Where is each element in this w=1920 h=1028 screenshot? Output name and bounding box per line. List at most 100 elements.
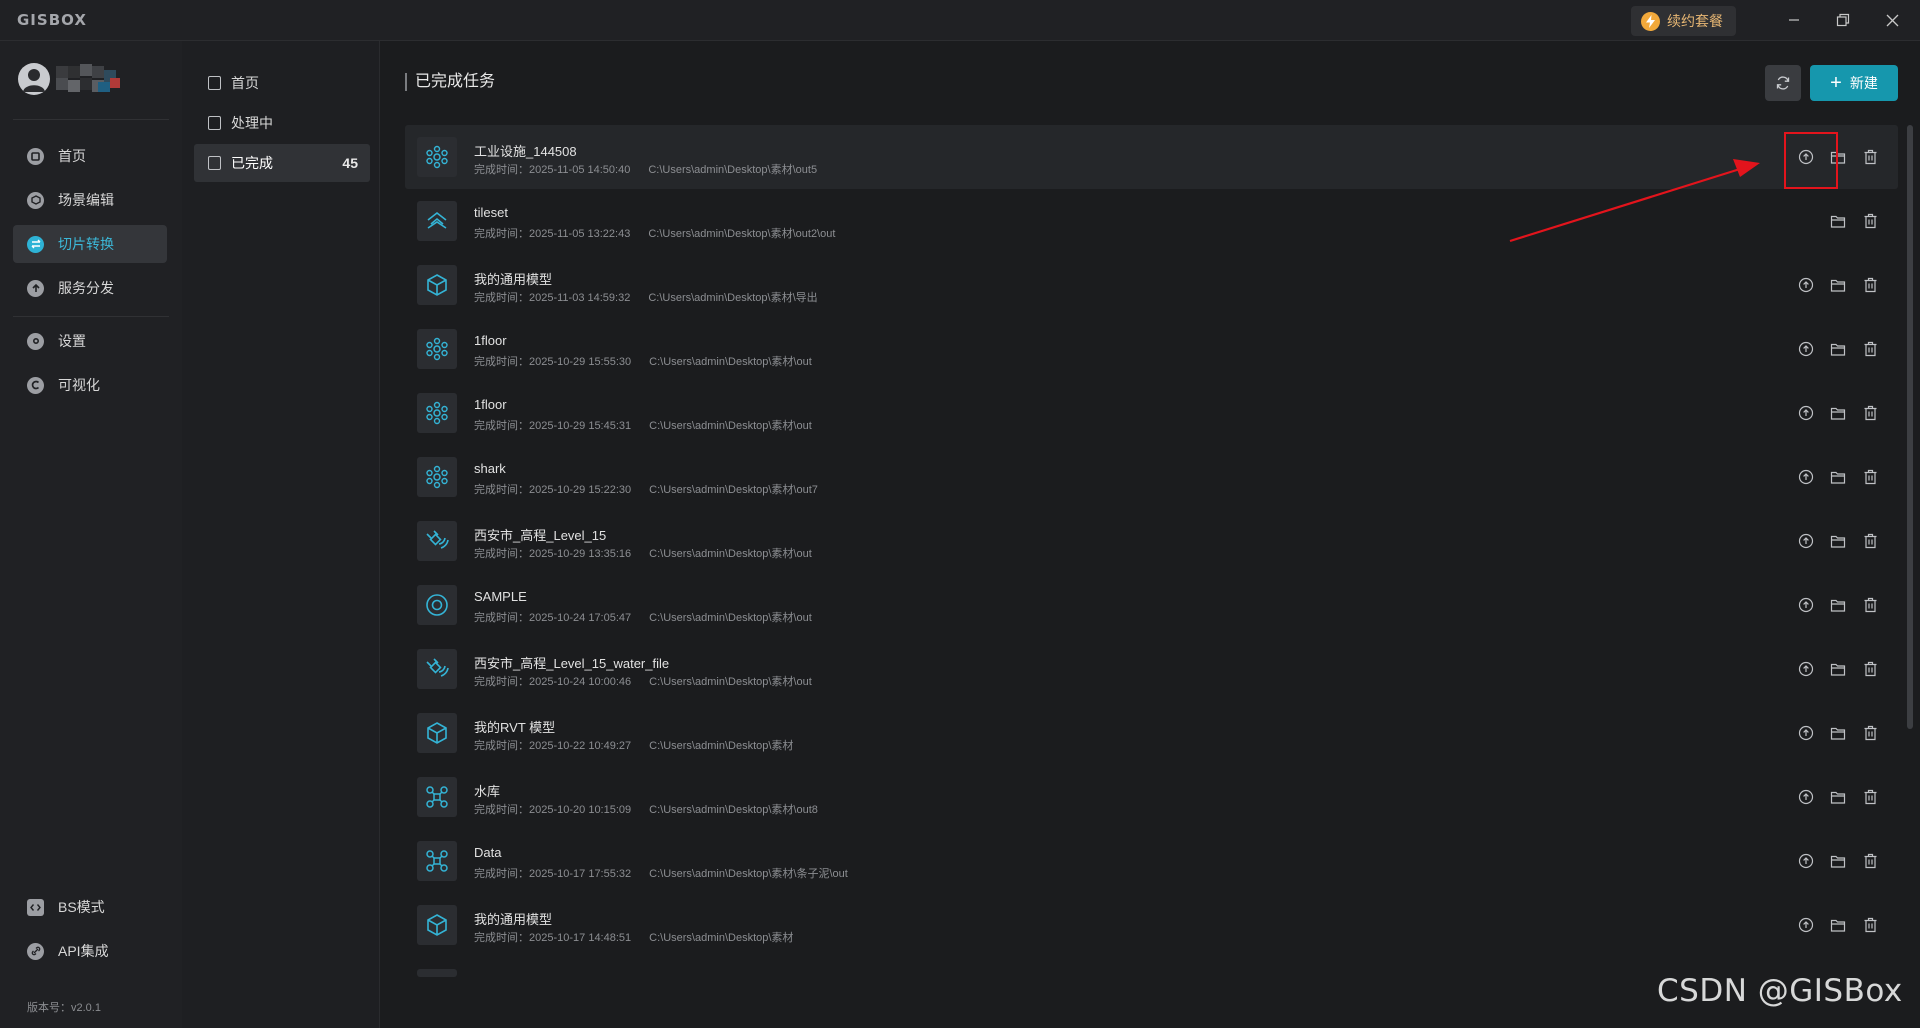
open-folder-button[interactable] (1828, 915, 1848, 935)
table-row[interactable]: 我的RVT 模型 完成时间：2025-10-22 10:49:27 C:\Users… (405, 701, 1898, 765)
delete-task-button[interactable] (1860, 851, 1880, 871)
scrollbar[interactable] (1907, 125, 1913, 729)
satellite-icon (426, 530, 449, 549)
code-icon (27, 898, 44, 916)
publish-service-button[interactable] (1796, 339, 1816, 359)
refresh-button[interactable] (1765, 65, 1801, 101)
task-name: 1floor (474, 397, 507, 412)
open-folder-button[interactable] (1828, 211, 1848, 231)
open-folder-button[interactable] (1828, 723, 1848, 743)
task-meta: 完成时间：2025-10-17 17:55:32 C:\Users\admin\D… (474, 865, 848, 881)
main-sidebar: 首页 场景编辑 切片转换 服务分发 设置 可视化 BS模式 API集成 版本号：… (0, 41, 182, 1028)
lightning-icon (1641, 11, 1660, 31)
satellite-icon (426, 658, 449, 677)
delete-task-button[interactable] (1860, 531, 1880, 551)
subnav-item-processing[interactable]: 处理中 (194, 104, 370, 142)
task-meta: 完成时间：2025-10-29 15:55:30 C:\Users\admin\D… (474, 353, 812, 369)
publish-service-button[interactable] (1796, 403, 1816, 423)
sidebar-item-api[interactable]: API集成 (13, 932, 167, 970)
delete-task-button[interactable] (1860, 275, 1880, 295)
delete-task-button[interactable] (1860, 211, 1880, 231)
publish-service-button[interactable] (1796, 787, 1816, 807)
network-icon (426, 786, 448, 808)
sidebar-item-home[interactable]: 首页 (13, 137, 167, 175)
renew-plan-button[interactable]: 续约套餐 (1631, 6, 1736, 36)
table-row[interactable]: 工业设施_144508 完成时间：2025-11-05 14:50:40 C:\Us… (405, 125, 1898, 189)
cloud-upload-icon (1798, 533, 1814, 549)
task-meta: 完成时间：2025-11-05 13:22:43 C:\Users\admin\D… (474, 225, 835, 241)
open-folder-button[interactable] (1828, 659, 1848, 679)
task-time: 完成时间：2025-11-05 13:22:43 (474, 228, 631, 240)
open-folder-button[interactable] (1828, 403, 1848, 423)
table-row[interactable]: SAMPLE 完成时间：2025-10-24 17:05:47 C:\Users\a… (405, 573, 1898, 637)
table-row[interactable]: 我的通用模型 完成时间：2025-11-03 14:59:32 C:\Users\a… (405, 253, 1898, 317)
new-task-button[interactable]: + 新建 (1810, 65, 1898, 101)
open-folder-button[interactable] (1828, 339, 1848, 359)
table-row[interactable]: 1floor 完成时间：2025-10-29 15:55:30 C:\Users\a… (405, 317, 1898, 381)
sidebar-item-tile-convert[interactable]: 切片转换 (13, 225, 167, 263)
sidebar-item-label: 首页 (58, 148, 86, 164)
subnav-item-home[interactable]: 首页 (194, 64, 370, 102)
open-folder-button[interactable] (1828, 851, 1848, 871)
avatar (18, 63, 50, 95)
restore-button[interactable] (1831, 8, 1855, 32)
delete-task-button[interactable] (1860, 659, 1880, 679)
open-folder-button[interactable] (1828, 531, 1848, 551)
publish-service-button[interactable] (1796, 915, 1816, 935)
sidebar-item-settings[interactable]: 设置 (13, 322, 167, 360)
table-row[interactable]: 西安市_高程_Level_15 完成时间：2025-10-29 13:35:16 C… (405, 509, 1898, 573)
publish-service-button[interactable] (1796, 467, 1816, 487)
sidebar-item-scene-edit[interactable]: 场景编辑 (13, 181, 167, 219)
delete-task-button[interactable] (1860, 723, 1880, 743)
table-row[interactable]: tileset 完成时间：2025-11-05 13:22:43 C:\Users\… (405, 189, 1898, 253)
open-folder-button[interactable] (1828, 467, 1848, 487)
sidebar-item-bs-mode[interactable]: BS模式 (13, 888, 167, 926)
publish-service-button[interactable] (1796, 275, 1816, 295)
open-folder-button[interactable] (1828, 275, 1848, 295)
publish-service-button[interactable] (1796, 595, 1816, 615)
publish-service-button[interactable] (1796, 531, 1816, 551)
delete-task-button[interactable] (1860, 467, 1880, 487)
table-row[interactable]: 水库 完成时间：2025-10-20 10:15:09 C:\Users\admin… (405, 765, 1898, 829)
task-type-thumb (417, 905, 457, 945)
tileset-icon (427, 211, 447, 229)
delete-task-button[interactable] (1860, 787, 1880, 807)
delete-task-button[interactable] (1860, 403, 1880, 423)
row-actions (1788, 787, 1898, 807)
subnav-item-label: 处理中 (231, 115, 273, 131)
minimize-button[interactable] (1782, 8, 1806, 32)
task-name: 我的通用模型 (474, 272, 553, 287)
task-type-thumb (417, 777, 457, 817)
delete-task-button[interactable] (1860, 339, 1880, 359)
open-folder-button[interactable] (1828, 787, 1848, 807)
delete-task-button[interactable] (1860, 915, 1880, 935)
table-row[interactable]: Data 完成时间：2025-10-17 17:55:32 C:\Users\adm… (405, 829, 1898, 893)
sidebar-item-visualization[interactable]: 可视化 (13, 366, 167, 404)
sidebar-item-label: BS模式 (58, 899, 105, 915)
publish-service-button[interactable] (1796, 659, 1816, 679)
page-title: 已完成任务 (405, 73, 495, 91)
trash-icon (1864, 341, 1876, 357)
sidebar-item-label: 设置 (58, 333, 86, 349)
table-row[interactable]: 我的通用模型 完成时间：2025-10-17 14:48:51 C:\Users\a… (405, 893, 1898, 957)
close-button[interactable] (1880, 8, 1904, 32)
cloud-upload-icon (1798, 277, 1814, 293)
user-profile[interactable] (18, 63, 122, 95)
publish-service-button[interactable] (1796, 723, 1816, 743)
task-path: C:\Users\admin\Desktop\素材\out (649, 548, 812, 560)
open-folder-button[interactable] (1828, 595, 1848, 615)
publish-service-button[interactable] (1796, 851, 1816, 871)
table-row[interactable]: 1floor 完成时间：2025-10-29 15:45:31 C:\Users\a… (405, 381, 1898, 445)
delete-task-button[interactable] (1860, 147, 1880, 167)
task-path: C:\Users\admin\Desktop\素材\out8 (649, 804, 818, 816)
table-row[interactable]: shark 完成时间：2025-10-29 15:22:30 C:\Users\ad… (405, 445, 1898, 509)
task-meta: 完成时间：2025-10-29 13:35:16 C:\Users\admin\D… (474, 545, 812, 561)
folder-icon (1830, 855, 1846, 868)
task-meta: 完成时间：2025-10-24 17:05:47 C:\Users\admin\D… (474, 609, 812, 625)
task-name: 我的通用模型 (474, 912, 553, 927)
delete-task-button[interactable] (1860, 595, 1880, 615)
subnav-item-completed[interactable]: 已完成 45 (194, 144, 370, 182)
table-row[interactable]: 西安市_高程_Level_15_water_file 完成时间：2025-10-2… (405, 637, 1898, 701)
completed-count-badge: 45 (342, 155, 358, 171)
sidebar-item-service-publish[interactable]: 服务分发 (13, 269, 167, 307)
